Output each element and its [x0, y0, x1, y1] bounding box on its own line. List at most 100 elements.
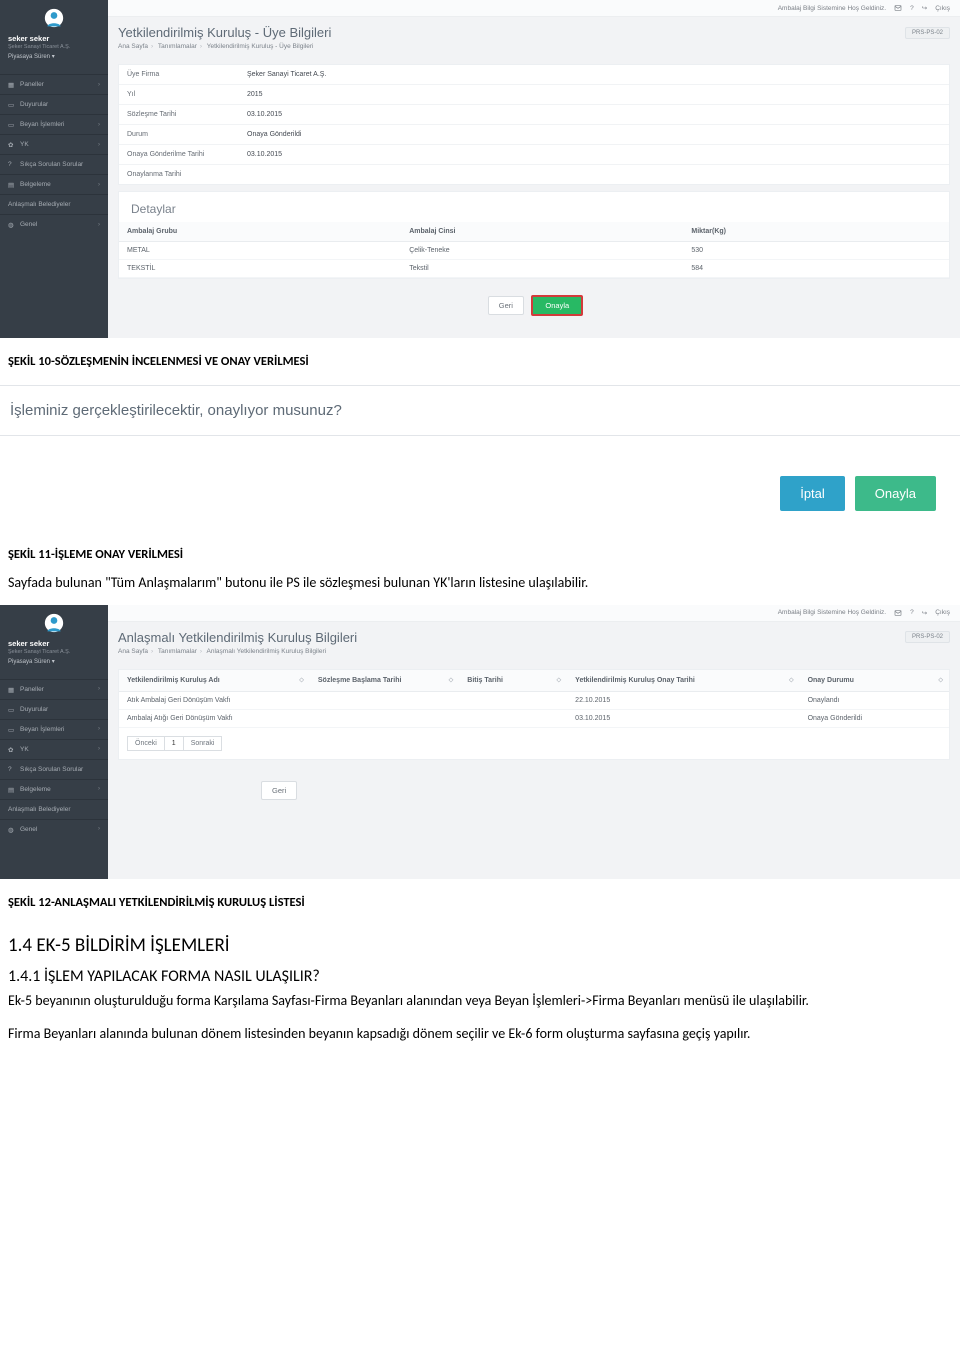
table-row: TEKSTİLTekstil584: [119, 260, 949, 278]
pager-prev[interactable]: Önceki: [127, 736, 165, 751]
figure-caption-10: ŞEKİL 10-SÖZLEŞMENİN İNCELENMESİ VE ONAY…: [0, 338, 960, 377]
nav-genel[interactable]: ◍Genel›: [0, 819, 108, 839]
doc-icon: ▭: [8, 726, 15, 733]
megaphone-icon: ▭: [8, 706, 15, 713]
exit-icon[interactable]: ↪: [922, 609, 927, 617]
nav-paneller[interactable]: ▦Paneller›: [0, 679, 108, 699]
nav-sss[interactable]: ?Sıkça Sorulan Sorular: [0, 154, 108, 174]
nav-belgeleme[interactable]: ▤Belgeleme›: [0, 779, 108, 799]
welcome-text: Ambalaj Bilgi Sistemine Hoş Geldiniz.: [778, 609, 886, 616]
exit-label[interactable]: Çıkış: [935, 5, 950, 12]
onayla-confirm-button[interactable]: Onayla: [855, 476, 936, 511]
main-content: Ambalaj Bilgi Sistemine Hoş Geldiniz. ? …: [108, 605, 960, 879]
globe-icon: ◍: [8, 826, 15, 833]
col-miktar: Miktar(Kg): [683, 222, 949, 242]
exit-icon[interactable]: ↪: [922, 4, 927, 12]
col-kurulus-adi[interactable]: Yetkilendirilmiş Kuruluş Adı◇: [119, 670, 310, 692]
sort-icon: ◇: [449, 677, 454, 684]
col-onay-durumu[interactable]: Onay Durumu◇: [800, 670, 949, 692]
chevron-right-icon: ›: [98, 222, 100, 228]
sort-icon: ◇: [299, 677, 304, 684]
confirm-message: İşleminiz gerçekleştirilecektir, onaylıy…: [0, 385, 960, 436]
chevron-right-icon: ›: [98, 182, 100, 188]
pager-page-1[interactable]: 1: [164, 736, 184, 751]
sort-icon: ◇: [938, 677, 943, 684]
grid-icon: ▦: [8, 686, 15, 693]
exit-label[interactable]: Çıkış: [935, 609, 950, 616]
list-panel: Yetkilendirilmiş Kuruluş Adı◇ Sözleşme B…: [118, 669, 950, 760]
col-ambalaj-cinsi: Ambalaj Cinsi: [401, 222, 683, 242]
doc-paragraph: Firma Beyanları alanında bulunan dönem l…: [0, 1015, 960, 1048]
doc-icon: ▭: [8, 121, 15, 128]
user-role[interactable]: Piyasaya Süren ▾: [0, 656, 108, 671]
yk-list-table: Yetkilendirilmiş Kuruluş Adı◇ Sözleşme B…: [119, 670, 949, 728]
welcome-text: Ambalaj Bilgi Sistemine Hoş Geldiniz.: [778, 5, 886, 12]
nav-duyurular[interactable]: ▭Duyurular: [0, 699, 108, 719]
nav-paneller[interactable]: ▦Paneller›: [0, 74, 108, 94]
table-row: METALÇelik-Teneke530: [119, 242, 949, 260]
user-avatar-icon: [44, 8, 64, 28]
nav-genel[interactable]: ◍Genel›: [0, 214, 108, 234]
geri-button[interactable]: Geri: [261, 781, 297, 800]
nav-beyan-islemleri[interactable]: ▭Beyan İşlemleri›: [0, 114, 108, 134]
nav-sss[interactable]: ?Sıkça Sorulan Sorular: [0, 759, 108, 779]
user-company: Şeker Sanayi Ticaret A.Ş.: [0, 649, 108, 656]
nav-belgeleme[interactable]: ▤Belgeleme›: [0, 174, 108, 194]
figure-caption-11: ŞEKİL 11-İŞLEME ONAY VERİLMESİ: [0, 531, 960, 570]
nav-yk[interactable]: ✿YK›: [0, 739, 108, 759]
col-baslama-tarihi[interactable]: Sözleşme Başlama Tarihi◇: [310, 670, 459, 692]
chevron-right-icon: ›: [98, 82, 100, 88]
confirm-actions: İptal Onayla: [0, 436, 960, 531]
col-bitis-tarihi[interactable]: Bitiş Tarihi◇: [459, 670, 567, 692]
app-screenshot-2: seker seker Şeker Sanayi Ticaret A.Ş. Pi…: [0, 605, 960, 879]
mail-icon[interactable]: [894, 4, 902, 12]
gear-icon: ✿: [8, 141, 15, 148]
heading-1-4: 1.4 EK-5 BİLDİRİM İŞLEMLERİ: [0, 918, 960, 961]
page-title: Yetkilendirilmiş Kuruluş - Üye Bilgileri: [118, 25, 893, 40]
nav-anlasmali-belediyeler[interactable]: Anlaşmalı Belediyeler: [0, 194, 108, 214]
iptal-button[interactable]: İptal: [780, 476, 845, 511]
col-onay-tarihi[interactable]: Yetkilendirilmiş Kuruluş Onay Tarihi◇: [567, 670, 799, 692]
app-screenshot-1: seker seker Şeker Sanayi Ticaret A.Ş. Pi…: [0, 0, 960, 338]
topbar: Ambalaj Bilgi Sistemine Hoş Geldiniz. ? …: [108, 0, 960, 17]
table-row[interactable]: Ambalaj Atığı Geri Dönüşüm Vakfı03.10.20…: [119, 709, 949, 727]
col-ambalaj-grubu: Ambalaj Grubu: [119, 222, 401, 242]
file-icon: ▤: [8, 181, 15, 188]
nav-beyan-islemleri[interactable]: ▭Beyan İşlemleri›: [0, 719, 108, 739]
sidebar: seker seker Şeker Sanayi Ticaret A.Ş. Pi…: [0, 605, 108, 879]
nav-duyurular[interactable]: ▭Duyurular: [0, 94, 108, 114]
heading-1-4-1: 1.4.1 İŞLEM YAPILACAK FORMA NASIL ULAŞIL…: [0, 961, 960, 988]
help-icon[interactable]: ?: [910, 609, 914, 616]
details-panel: Detaylar Ambalaj Grubu Ambalaj Cinsi Mik…: [118, 191, 950, 279]
user-company: Şeker Sanayi Ticaret A.Ş.: [0, 44, 108, 51]
geri-button[interactable]: Geri: [488, 296, 524, 315]
page-code-badge: PRS-PS-02: [905, 27, 950, 39]
table-row[interactable]: Atık Ambalaj Geri Dönüşüm Vakfı22.10.201…: [119, 691, 949, 709]
nav-anlasmali-belediyeler[interactable]: Anlaşmalı Belediyeler: [0, 799, 108, 819]
gear-icon: ✿: [8, 746, 15, 753]
doc-paragraph: Sayfada bulunan "Tüm Anlaşmalarım" buton…: [0, 570, 960, 597]
megaphone-icon: ▭: [8, 101, 15, 108]
page-title: Anlaşmalı Yetkilendirilmiş Kuruluş Bilgi…: [118, 630, 893, 645]
topbar: Ambalaj Bilgi Sistemine Hoş Geldiniz. ? …: [108, 605, 960, 622]
help-icon[interactable]: ?: [910, 5, 914, 12]
chevron-right-icon: ›: [98, 122, 100, 128]
file-icon: ▤: [8, 786, 15, 793]
sort-icon: ◇: [789, 677, 794, 684]
page-code-badge: PRS-PS-02: [905, 631, 950, 643]
nav-yk[interactable]: ✿YK›: [0, 134, 108, 154]
user-role[interactable]: Piyasaya Süren ▾: [0, 51, 108, 66]
globe-icon: ◍: [8, 221, 15, 228]
avatar: [0, 605, 108, 639]
action-row: Geri Onayla: [108, 285, 960, 326]
doc-paragraph: Ek-5 beyanının oluşturulduğu forma Karşı…: [0, 988, 960, 1015]
kv-label: Üye Firma: [119, 65, 239, 84]
mail-icon[interactable]: [894, 609, 902, 617]
grid-icon: ▦: [8, 81, 15, 88]
breadcrumb: Ana Sayfa› Tanımlamalar› Yetkilendirilmi…: [108, 40, 960, 58]
kv-value: Şeker Sanayi Ticaret A.Ş.: [239, 65, 949, 84]
onayla-button[interactable]: Onayla: [531, 295, 583, 316]
user-name: seker seker: [0, 639, 108, 649]
main-content: Ambalaj Bilgi Sistemine Hoş Geldiniz. ? …: [108, 0, 960, 338]
pager-next[interactable]: Sonraki: [183, 736, 223, 751]
